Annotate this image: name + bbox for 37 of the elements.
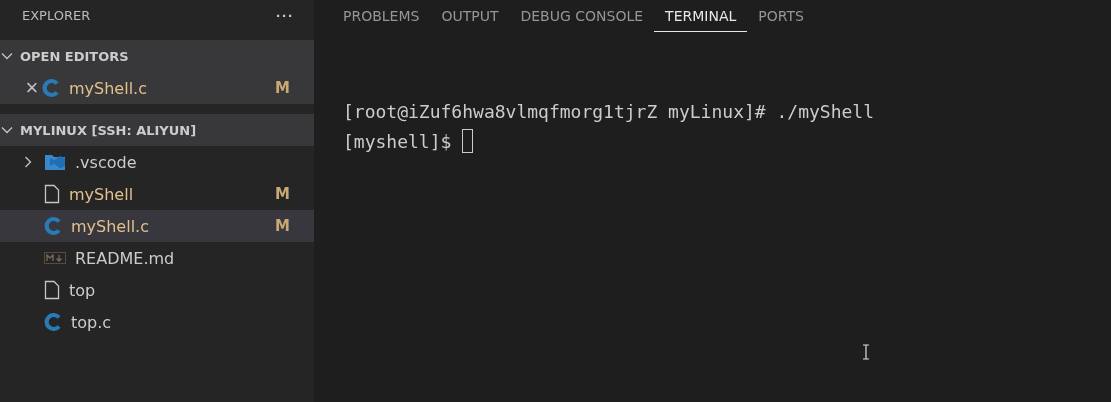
text-cursor-icon (862, 344, 870, 360)
section-header[interactable]: MYLINUX [SSH: ALIYUN] (0, 114, 314, 146)
file-icon (44, 280, 60, 300)
c-file-icon (44, 312, 62, 332)
file-name: .vscode (75, 152, 138, 172)
file-tree-item[interactable]: top (0, 274, 314, 306)
panel-tab[interactable]: PORTS (747, 0, 815, 32)
file-name: myShell.c (71, 216, 150, 236)
modified-status-label: M (275, 185, 290, 203)
open-editor-item[interactable]: × myShell.c M (0, 72, 314, 104)
panel-tab[interactable]: TERMINAL (654, 0, 748, 32)
file-tree-item[interactable]: .vscode (0, 146, 314, 178)
file-tree-item[interactable]: myShell.c M (0, 210, 314, 242)
modified-status-label: M (275, 217, 290, 235)
terminal-line: [myshell]$ (343, 130, 453, 152)
close-button[interactable]: × (22, 77, 42, 99)
file-icon (44, 184, 60, 204)
explorer-title: EXPLORER (22, 7, 91, 23)
file-name: myShell.c (69, 78, 148, 98)
file-name: myShell (69, 184, 135, 204)
modified-status-label: M (275, 79, 290, 97)
file-name: top (69, 280, 97, 300)
terminal-line: [root@iZuf6hwa8vlmqfmorg1tjrZ myLinux]# ./myShell (343, 100, 874, 122)
panel-tab[interactable]: DEBUG CONSOLE (509, 0, 655, 32)
c-file-icon (42, 78, 60, 98)
c-file-icon (44, 216, 62, 236)
file-tree-item[interactable]: top.c (0, 306, 314, 338)
panel-tab[interactable]: OUTPUT (430, 0, 510, 32)
file-name: top.c (71, 312, 113, 332)
panel-tab[interactable]: PROBLEMS (332, 0, 431, 32)
file-tree-item[interactable]: myShell M (0, 178, 314, 210)
more-actions-button[interactable]: ··· (276, 6, 294, 24)
file-name: README.md (75, 248, 176, 268)
markdown-icon (44, 252, 66, 264)
file-tree-item[interactable]: README.md (0, 242, 314, 274)
section-header[interactable]: OPEN EDITORS (0, 40, 314, 72)
vscode-folder-icon (44, 153, 66, 171)
